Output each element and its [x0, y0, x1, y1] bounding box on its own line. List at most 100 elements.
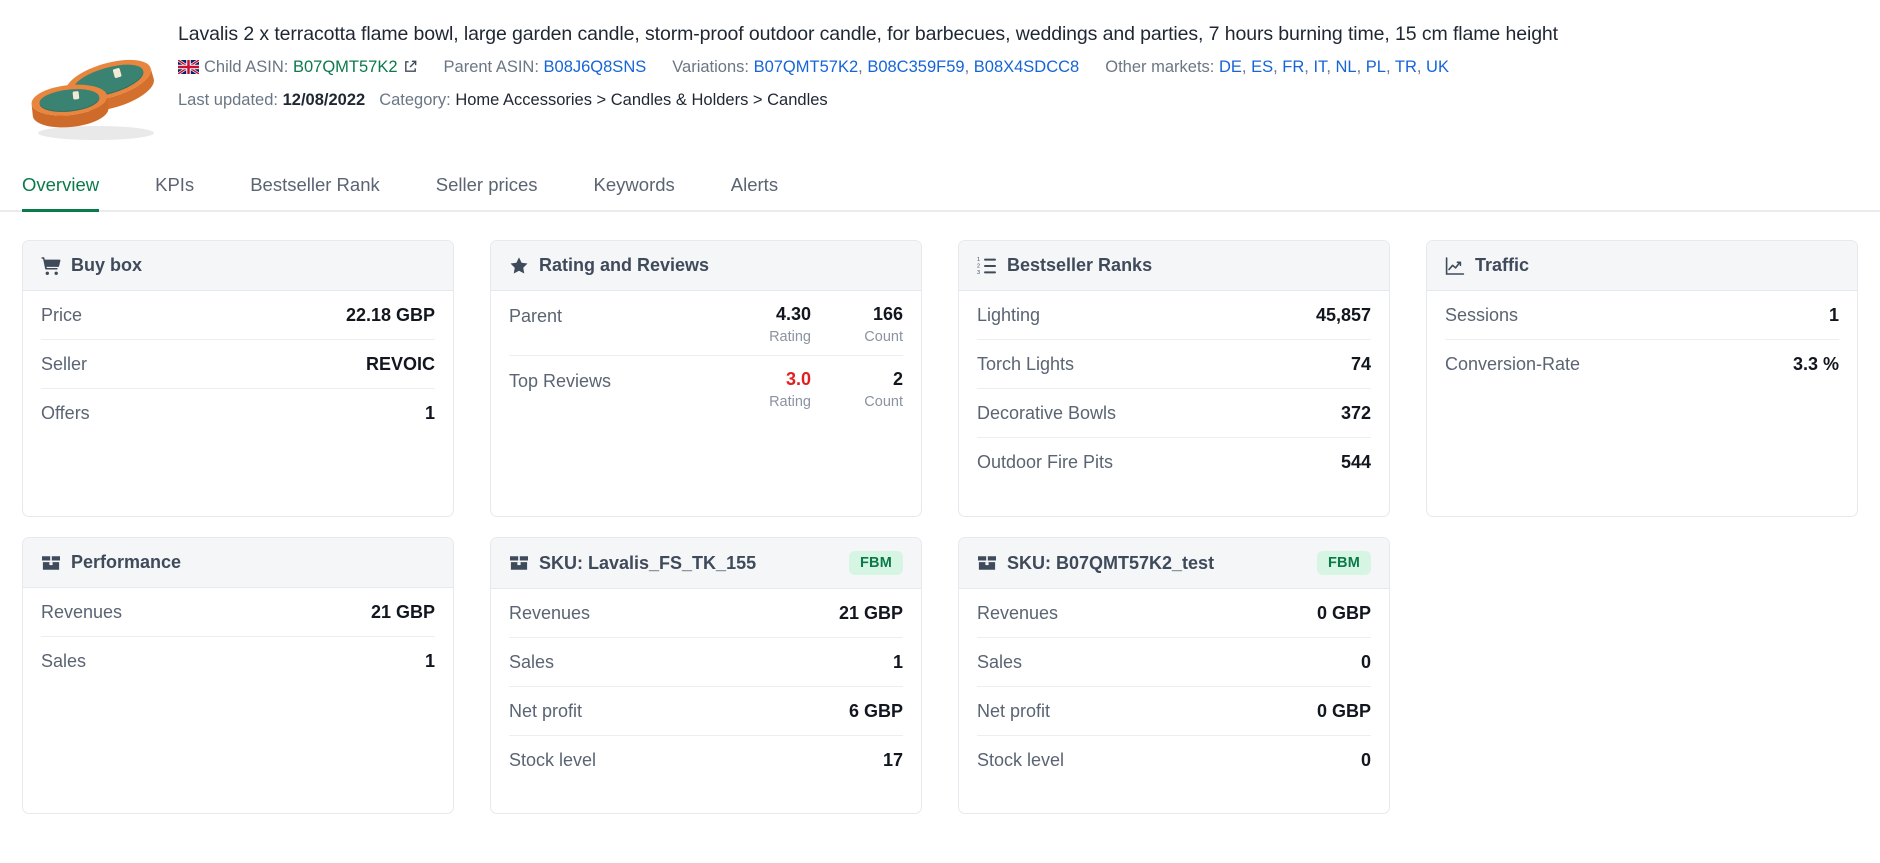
- table-row: Sales 1: [509, 638, 903, 687]
- row-value: 0 GBP: [1317, 603, 1371, 624]
- row-label: Top Reviews: [509, 370, 611, 392]
- card-sku-lavalis: SKU: Lavalis_FS_TK_155 FBM Revenues 21 G…: [490, 537, 922, 814]
- card-sku2-header: SKU: B07QMT57K2_test FBM: [959, 538, 1389, 589]
- table-row: Revenues 0 GBP: [977, 589, 1371, 638]
- row-label: Revenues: [509, 603, 590, 624]
- table-row: Top Reviews 3.0 Rating 2 Count: [509, 356, 903, 420]
- market-link-de[interactable]: DE: [1219, 58, 1242, 76]
- card-buy-box-header: Buy box: [23, 241, 453, 291]
- variation-link-2[interactable]: B08X4SDCC8: [974, 58, 1079, 76]
- row-label: Seller: [41, 354, 87, 375]
- uk-flag-icon: [178, 59, 199, 73]
- asin-meta-row: Child ASIN: B07QMT57K2Parent ASIN: B08J6…: [178, 57, 1858, 78]
- tab-bestseller-rank[interactable]: Bestseller Rank: [250, 168, 380, 212]
- card-sku1-title: SKU: Lavalis_FS_TK_155: [539, 553, 756, 574]
- table-row: Torch Lights 74: [977, 340, 1371, 389]
- market-link-fr[interactable]: FR: [1282, 58, 1304, 76]
- row-value: 1: [1829, 305, 1839, 326]
- breadcrumb: Home Accessories > Candles & Holders > C…: [455, 91, 827, 109]
- row-value: 0 GBP: [1317, 701, 1371, 722]
- stat-value: 2: [841, 370, 903, 390]
- row-label: Offers: [41, 403, 90, 424]
- row-stats: 3.0 Rating 2 Count: [749, 370, 903, 410]
- card-traffic-title: Traffic: [1475, 255, 1529, 276]
- table-row: Net profit 6 GBP: [509, 687, 903, 736]
- status-badge: FBM: [849, 551, 903, 575]
- child-asin-link[interactable]: B07QMT57K2: [293, 58, 398, 76]
- grid-empty-cell: [1426, 537, 1858, 814]
- market-link-it[interactable]: IT: [1313, 58, 1326, 76]
- row-label: Revenues: [977, 603, 1058, 624]
- table-row: Offers 1: [41, 389, 435, 437]
- variation-link-0[interactable]: B07QMT57K2: [754, 58, 859, 76]
- svg-text:3: 3: [977, 269, 980, 275]
- table-row: Outdoor Fire Pits 544: [977, 438, 1371, 486]
- box-icon: [977, 553, 997, 573]
- svg-text:2: 2: [977, 263, 980, 269]
- row-label: Sales: [41, 651, 86, 672]
- market-link-es[interactable]: ES: [1251, 58, 1273, 76]
- table-row: Seller REVOIC: [41, 340, 435, 389]
- market-link-uk[interactable]: UK: [1426, 58, 1449, 76]
- stat-count: 166 Count: [841, 305, 903, 345]
- tab-kpis[interactable]: KPIs: [155, 168, 194, 212]
- product-overview-page: Lavalis 2 x terracotta flame bowl, large…: [0, 0, 1880, 863]
- card-buy-box: Buy box Price 22.18 GBP Seller REVOIC Of…: [22, 240, 454, 517]
- box-icon: [509, 553, 529, 573]
- stat-caption: Rating: [749, 394, 811, 410]
- row-value: REVOIC: [366, 354, 435, 375]
- market-link-tr[interactable]: TR: [1395, 58, 1417, 76]
- updated-category-row: Last updated: 12/08/2022Category: Home A…: [178, 90, 1858, 111]
- tab-seller-prices[interactable]: Seller prices: [436, 168, 538, 212]
- external-link-icon[interactable]: [403, 59, 418, 74]
- stat-rating: 3.0 Rating: [749, 370, 811, 410]
- table-row: Price 22.18 GBP: [41, 291, 435, 340]
- child-asin-label: Child ASIN:: [204, 58, 288, 76]
- parent-asin-link[interactable]: B08J6Q8SNS: [544, 58, 647, 76]
- card-performance-header: Performance: [23, 538, 453, 588]
- row-label: Sales: [509, 652, 554, 673]
- stat-value: 166: [841, 305, 903, 325]
- row-value: 0: [1361, 652, 1371, 673]
- market-link-pl[interactable]: PL: [1366, 58, 1386, 76]
- tab-overview[interactable]: Overview: [22, 168, 99, 212]
- table-row: Revenues 21 GBP: [509, 589, 903, 638]
- line-chart-icon: [1445, 256, 1465, 276]
- card-sku2-body: Revenues 0 GBP Sales 0 Net profit 0 GBP …: [959, 589, 1389, 813]
- tab-keywords[interactable]: Keywords: [594, 168, 675, 212]
- last-updated-label: Last updated:: [178, 91, 278, 109]
- row-label: Outdoor Fire Pits: [977, 452, 1113, 473]
- market-link-nl[interactable]: NL: [1336, 58, 1357, 76]
- stat-value: 3.0: [749, 370, 811, 390]
- stat-caption: Rating: [749, 329, 811, 345]
- table-row: Sales 0: [977, 638, 1371, 687]
- tab-alerts[interactable]: Alerts: [731, 168, 778, 212]
- card-rating-and-reviews: Rating and Reviews Parent 4.30 Rating 16…: [490, 240, 922, 517]
- table-row: Stock level 17: [509, 736, 903, 784]
- product-thumbnail[interactable]: [22, 18, 170, 142]
- table-row: Stock level 0: [977, 736, 1371, 784]
- row-label: Revenues: [41, 602, 122, 623]
- stat-caption: Count: [841, 329, 903, 345]
- row-label: Lighting: [977, 305, 1040, 326]
- row-value: 21 GBP: [371, 602, 435, 623]
- card-buy-box-body: Price 22.18 GBP Seller REVOIC Offers 1: [23, 291, 453, 516]
- candle-bowls-illustration: [22, 34, 168, 142]
- row-label: Conversion-Rate: [1445, 354, 1580, 375]
- variation-link-1[interactable]: B08C359F59: [867, 58, 964, 76]
- card-performance: Performance Revenues 21 GBP Sales 1: [22, 537, 454, 814]
- stat-count: 2 Count: [841, 370, 903, 410]
- row-value: 544: [1341, 452, 1371, 473]
- overview-card-grid: Buy box Price 22.18 GBP Seller REVOIC Of…: [0, 212, 1880, 814]
- row-value: 1: [893, 652, 903, 673]
- stat-value: 4.30: [749, 305, 811, 325]
- row-value: 45,857: [1316, 305, 1371, 326]
- row-label: Sessions: [1445, 305, 1518, 326]
- stat-rating: 4.30 Rating: [749, 305, 811, 345]
- table-row: Parent 4.30 Rating 166 Count: [509, 291, 903, 356]
- row-value: 74: [1351, 354, 1371, 375]
- category-label: Category:: [379, 91, 451, 109]
- other-markets-label: Other markets:: [1105, 58, 1214, 76]
- row-label: Price: [41, 305, 82, 326]
- row-stats: 4.30 Rating 166 Count: [749, 305, 903, 345]
